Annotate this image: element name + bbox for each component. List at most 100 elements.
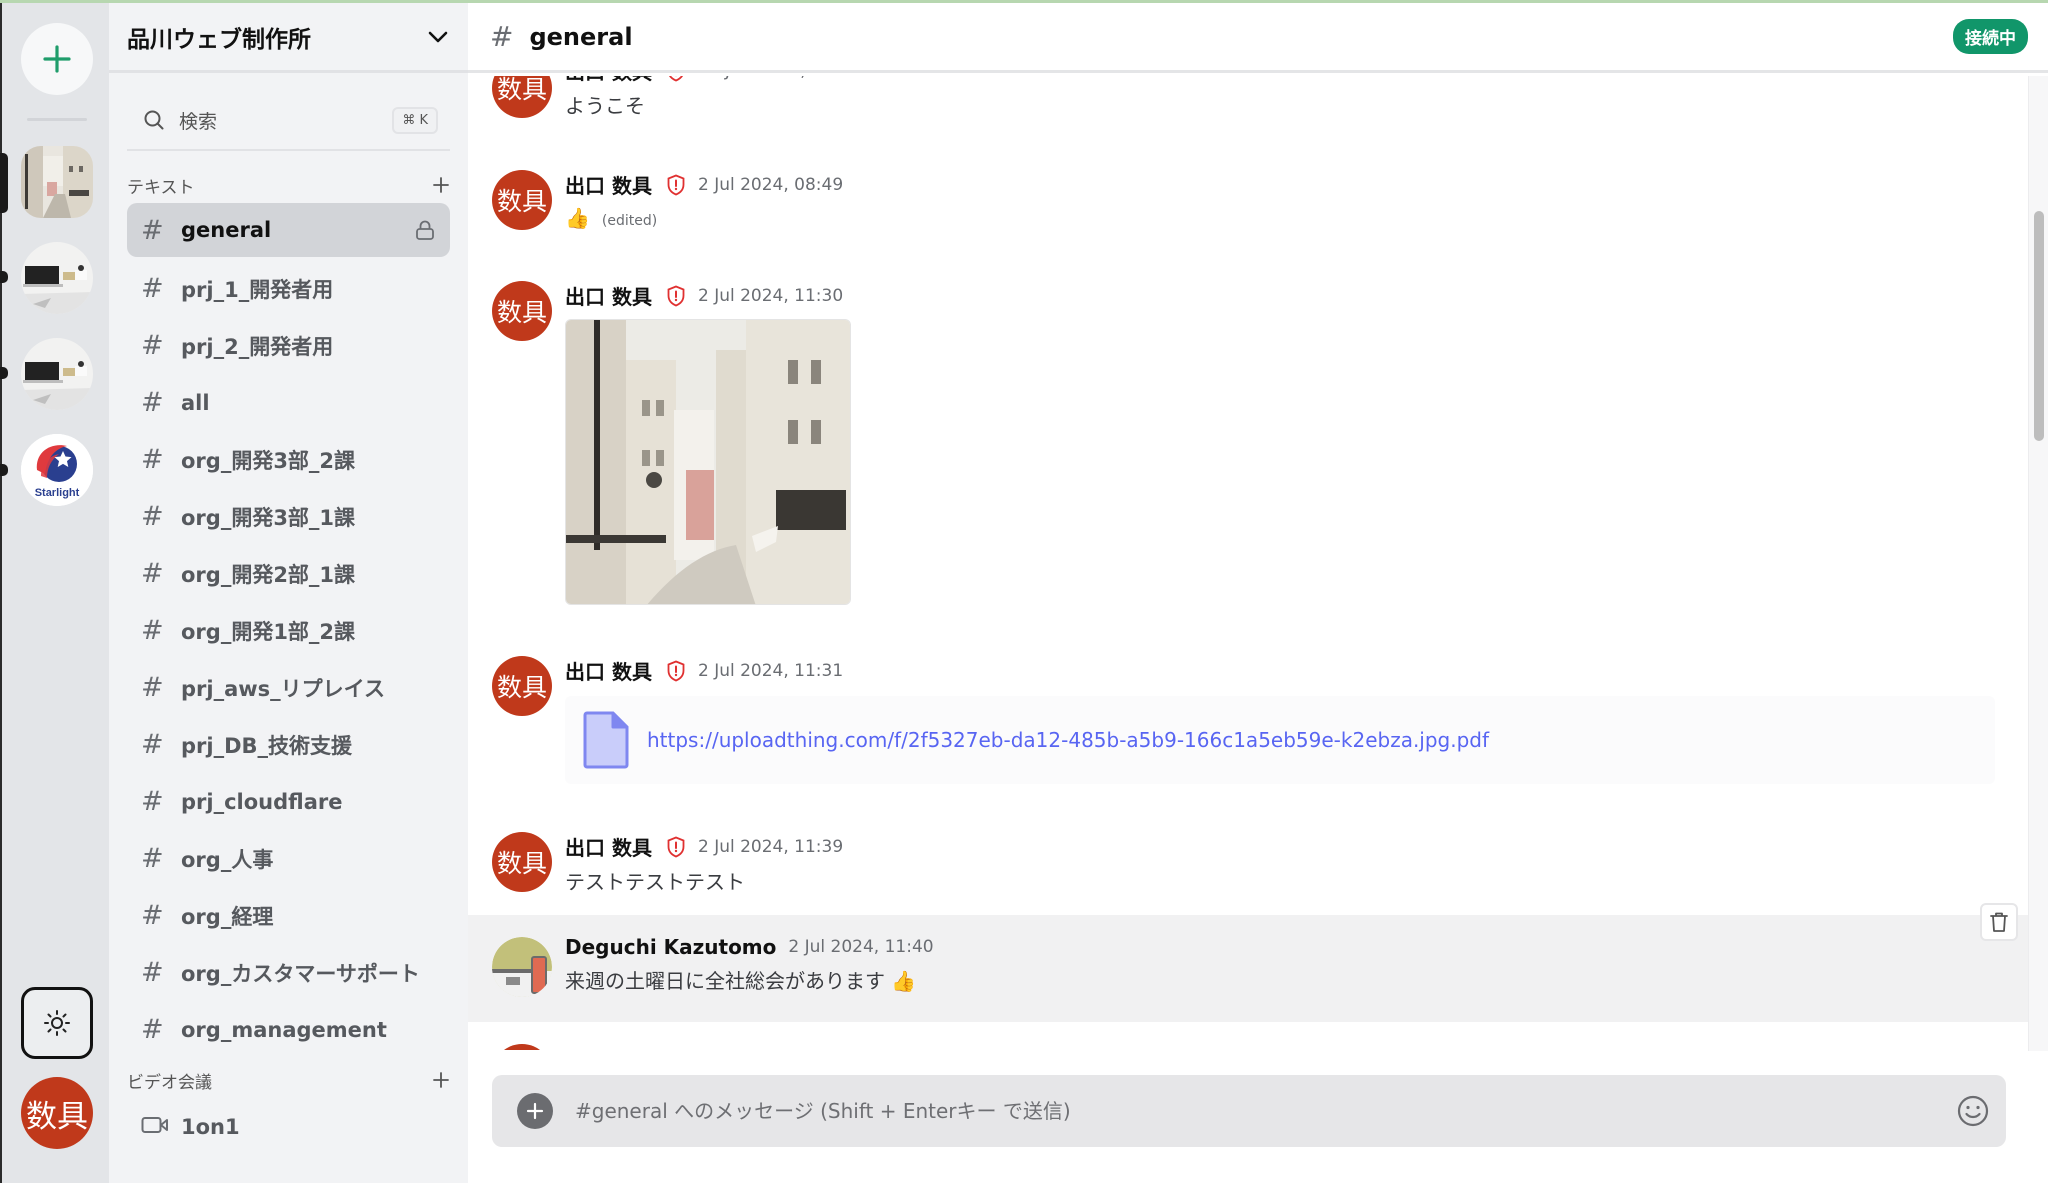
- hash-icon: #: [141, 330, 164, 361]
- channel-name: prj_cloudflare: [181, 789, 343, 814]
- channel-name: org_カスタマーサポート: [181, 961, 420, 986]
- emoji-picker-icon[interactable]: [1956, 1094, 1990, 1128]
- channel-item[interactable]: # org_開発2部_1課: [127, 545, 450, 602]
- avatar[interactable]: [492, 1044, 552, 1050]
- section-header-text: テキスト: [109, 167, 468, 203]
- message-text: ようこそ: [565, 94, 645, 118]
- street-photo-thumbnail: [21, 146, 93, 218]
- message-composer: [492, 1075, 2006, 1147]
- add-channel-icon[interactable]: [432, 176, 450, 194]
- channel-name: org_開発1部_2課: [181, 619, 356, 644]
- admin-shield-icon: [666, 285, 686, 307]
- hash-icon: #: [141, 615, 164, 646]
- channel-item[interactable]: # prj_cloudflare: [127, 773, 450, 830]
- message: 数具 出口 数具 2 Jul 2024, 11:30: [468, 281, 2028, 631]
- channel-item[interactable]: # org_開発3部_1課: [127, 488, 450, 545]
- file-link[interactable]: https://uploadthing.com/f/2f5327eb-da12-…: [647, 728, 1489, 752]
- connection-status-badge: 接続中: [1953, 19, 2028, 54]
- add-server-button[interactable]: [21, 23, 93, 95]
- channel-item[interactable]: # prj_2_開発者用: [127, 317, 450, 374]
- message-scrollbar[interactable]: [2028, 76, 2048, 1051]
- rail-divider: [27, 118, 87, 121]
- hash-icon: #: [141, 501, 164, 532]
- street-photo-image: [566, 320, 850, 604]
- chevron-down-icon[interactable]: [428, 31, 448, 43]
- channel-name: org_開発3部_2課: [181, 448, 356, 473]
- message-body: 👍 (edited): [565, 206, 657, 230]
- avatar[interactable]: [492, 937, 552, 997]
- hash-icon: #: [141, 672, 164, 703]
- text-channel-list: # general # prj_1_開発者用 # prj_2_開発者用 # all #…: [109, 203, 468, 1058]
- message-timestamp: 2 Jul 2024, 11:30: [697, 285, 844, 306]
- channel-item[interactable]: # prj_aws_リプレイス: [127, 659, 450, 716]
- server-laptop-desk-1[interactable]: [21, 242, 93, 314]
- channel-item[interactable]: # prj_DB_技術支援: [127, 716, 450, 773]
- channel-item[interactable]: # org_開発3部_2課: [127, 431, 450, 488]
- server-street-photo[interactable]: [21, 146, 93, 218]
- channel-item[interactable]: # prj_1_開発者用: [127, 260, 450, 317]
- delete-message-button[interactable]: [1980, 903, 2018, 941]
- file-icon: [583, 711, 629, 769]
- hash-icon: #: [141, 214, 164, 246]
- scrollbar-thumb[interactable]: [2034, 211, 2044, 441]
- message-input[interactable]: [575, 1099, 1956, 1123]
- channel-item[interactable]: # org_カスタマーサポート: [127, 944, 450, 1001]
- channel-item[interactable]: # org_経理: [127, 887, 450, 944]
- hash-icon: #: [141, 843, 164, 874]
- lock-icon: [416, 220, 434, 240]
- avatar[interactable]: 数具: [492, 832, 552, 892]
- laptop-desk-thumbnail: [21, 242, 93, 314]
- message-author[interactable]: 出口 数具: [565, 656, 652, 685]
- channel-name: prj_2_開発者用: [181, 334, 334, 359]
- hash-icon: #: [141, 729, 164, 760]
- avatar[interactable]: 数具: [492, 281, 552, 341]
- server-laptop-desk-2[interactable]: [21, 338, 93, 410]
- video-channel-item-1on1[interactable]: 1on1: [127, 1098, 450, 1155]
- server-starlight[interactable]: Starlight: [21, 434, 93, 506]
- starlight-logo: Starlight: [21, 434, 93, 506]
- message-author[interactable]: 出口 数具: [565, 76, 652, 85]
- message-author[interactable]: Deguchi Kazutomo: [565, 935, 776, 959]
- channel-item[interactable]: # all: [127, 374, 450, 431]
- avatar[interactable]: 数具: [492, 656, 552, 716]
- channel-sidebar: 品川ウェブ制作所 検索 ⌘ K テキスト # general # prj_1_開発…: [109, 3, 468, 1183]
- message-author[interactable]: 出口 数具: [565, 170, 652, 199]
- message-author[interactable]: 出口 数具: [565, 281, 652, 310]
- starlight-label: Starlight: [35, 487, 80, 499]
- search-button[interactable]: 検索 ⌘ K: [127, 91, 450, 151]
- message-timestamp: 2 Jul 2024, 11:40: [788, 937, 934, 957]
- window-top-border: [0, 0, 2048, 3]
- search-shortcut-badge: ⌘ K: [392, 106, 438, 134]
- message-timestamp: 29 Jun 2024, 11:04: [698, 76, 860, 81]
- message-text: テストテストテスト: [565, 870, 745, 894]
- theme-toggle-button[interactable]: [21, 987, 93, 1059]
- hash-icon: #: [490, 20, 514, 53]
- avatar[interactable]: 数具: [492, 170, 552, 230]
- add-video-channel-icon[interactable]: [432, 1071, 450, 1089]
- channel-name: prj_aws_リプレイス: [181, 676, 386, 701]
- channel-name: prj_DB_技術支援: [181, 733, 353, 758]
- unread-indicator: [0, 464, 8, 476]
- channel-item[interactable]: # org_開発1部_2課: [127, 602, 450, 659]
- channel-item-general[interactable]: # general: [127, 203, 450, 257]
- active-server-indicator: [0, 153, 8, 213]
- channel-name: general: [181, 218, 272, 242]
- workspace-header[interactable]: 品川ウェブ制作所: [109, 3, 468, 73]
- hash-icon: #: [141, 1014, 164, 1045]
- channel-name: 1on1: [181, 1114, 240, 1139]
- channel-item[interactable]: # org_人事: [127, 830, 450, 887]
- avatar[interactable]: 数具: [492, 76, 552, 118]
- channel-item[interactable]: # org_management: [127, 1001, 450, 1058]
- laptop-desk-thumbnail: [21, 338, 93, 410]
- unread-indicator: [0, 271, 8, 283]
- image-attachment[interactable]: [565, 319, 851, 605]
- channel-title: general: [529, 22, 633, 51]
- plus-icon: [43, 45, 71, 73]
- add-attachment-button[interactable]: [517, 1093, 553, 1129]
- unread-indicator: [0, 367, 8, 379]
- search-icon: [144, 110, 164, 130]
- current-user-avatar[interactable]: 数具: [21, 1077, 93, 1149]
- message: 数具 出口 数具 29 Jun 2024, 11:04 ようこそ: [468, 76, 2028, 160]
- section-label-video: ビデオ会議: [127, 1072, 212, 1093]
- message-author[interactable]: 出口 数具: [565, 832, 652, 861]
